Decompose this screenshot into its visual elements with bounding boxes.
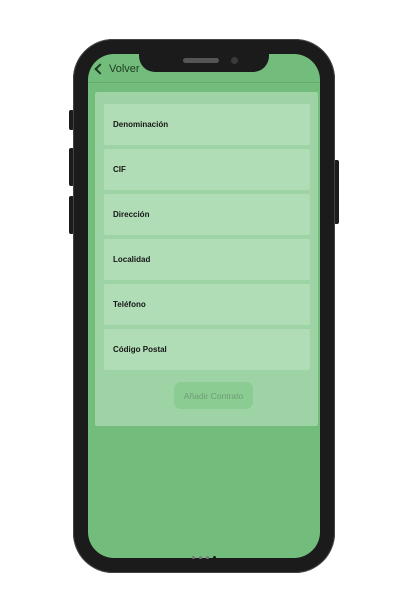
field-localidad[interactable]: Localidad [104, 239, 310, 280]
field-telefono[interactable]: Teléfono [104, 284, 310, 325]
field-label: Dirección [113, 210, 150, 219]
field-direccion[interactable]: Dirección [104, 194, 310, 235]
field-codigo-postal[interactable]: Código Postal [104, 329, 310, 370]
page-dot [206, 556, 209, 559]
field-label: Teléfono [113, 300, 146, 309]
field-denominacion[interactable]: Denominación [104, 104, 310, 145]
back-button[interactable]: Volver [93, 61, 140, 77]
app-screen: Volver Denominación CIF Dirección Locali… [88, 54, 320, 558]
front-camera [231, 57, 238, 64]
speaker-grille [183, 58, 219, 63]
page-indicator [192, 556, 216, 559]
field-label: Localidad [113, 255, 151, 264]
field-cif[interactable]: CIF [104, 149, 310, 190]
add-contract-button[interactable]: Añadir Contrato [174, 382, 253, 409]
field-label: Denominación [113, 120, 169, 129]
field-label: CIF [113, 165, 126, 174]
page-dot-active [213, 556, 216, 559]
chevron-left-icon [94, 63, 106, 75]
page-dot [192, 556, 195, 559]
page-dot [199, 556, 202, 559]
form-card: Denominación CIF Dirección Localidad Tel… [95, 92, 318, 426]
back-label: Volver [109, 63, 140, 75]
field-label: Código Postal [113, 345, 167, 354]
